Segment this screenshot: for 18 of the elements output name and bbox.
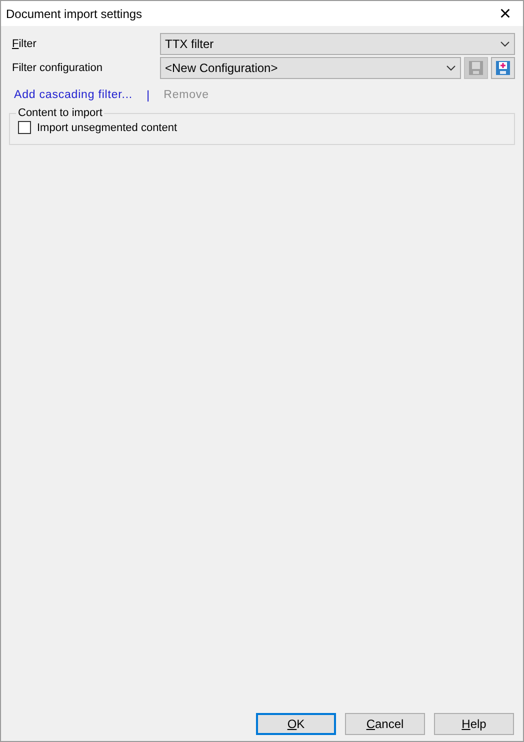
close-button[interactable]: × [495, 4, 515, 24]
filter-configuration-label: Filter configuration [11, 62, 104, 74]
group-title: Content to import [17, 107, 104, 119]
dialog-button[interactable]: Help [434, 713, 514, 735]
window-title: Document import settings [6, 6, 142, 20]
chevron-down-icon [500, 41, 510, 47]
dialog-button[interactable]: Cancel [345, 713, 425, 735]
filter-label: Filter [11, 38, 38, 50]
floppy-disk-plus-icon [495, 60, 511, 76]
checkbox-label: Import unsegmented content [37, 122, 178, 134]
filter-configuration-dropdown[interactable]: <New Configuration> [160, 57, 461, 79]
new-configuration-button[interactable] [491, 57, 515, 79]
filter-dropdown[interactable]: TTX filter [160, 33, 515, 55]
add-filter-link[interactable]: Add cascading filter... [14, 89, 133, 101]
checkbox[interactable] [18, 121, 31, 134]
chevron-down-icon [446, 65, 456, 71]
dialog-button[interactable]: OK [256, 713, 336, 735]
link-separator: | [146, 88, 150, 102]
